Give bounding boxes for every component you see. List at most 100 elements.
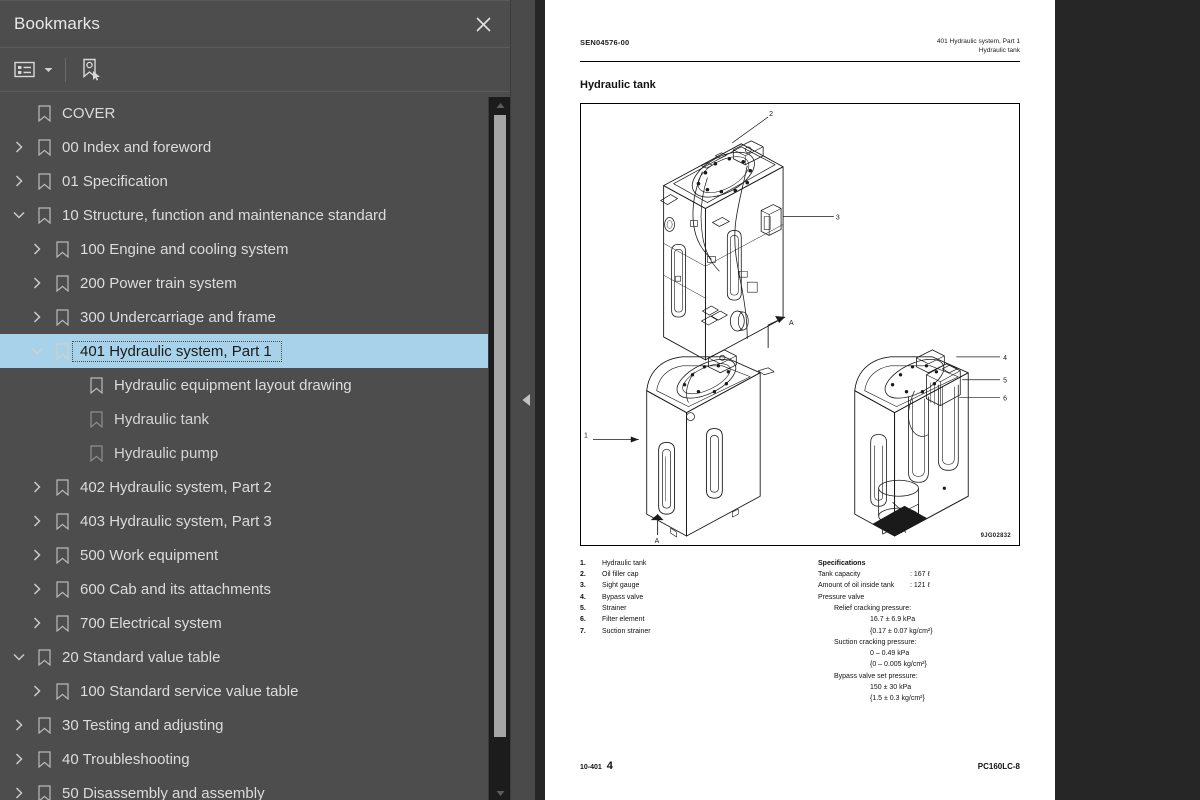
bookmark-item-label: 40 Troubleshooting	[62, 750, 190, 768]
chevron-right-icon[interactable]	[24, 549, 50, 561]
bookmark-icon	[50, 240, 74, 258]
bookmarks-scrollbar-thumb[interactable]	[494, 115, 506, 737]
bookmark-item[interactable]: 402 Hydraulic system, Part 2	[0, 470, 510, 504]
bookmarks-toolbar	[0, 47, 510, 92]
spec-bypass-kgcm: {1.5 ± 0.3 kg/cm²}	[870, 695, 925, 703]
bookmark-item[interactable]: 100 Standard service value table	[0, 674, 510, 708]
chevron-right-icon[interactable]	[6, 141, 32, 153]
chevron-right-icon[interactable]	[24, 515, 50, 527]
legend-row: 5. Strainer	[580, 603, 780, 614]
bookmark-item[interactable]: 50 Disassembly and assembly	[0, 776, 510, 800]
chevron-right-icon[interactable]	[24, 277, 50, 289]
chevron-down-icon[interactable]	[41, 67, 55, 73]
bookmark-item-label: 30 Testing and adjusting	[62, 716, 224, 734]
chevron-right-icon[interactable]	[6, 175, 32, 187]
svg-text:4: 4	[1003, 354, 1007, 361]
figure-legend: 1. Hydraulic tank 2. Oil filler cap 3. Sight …	[580, 558, 780, 705]
spec-oil-amount-key: Amount of oil inside tank	[818, 582, 895, 590]
bookmark-icon	[32, 206, 56, 224]
footer-left: 10-401 4	[580, 760, 613, 772]
bookmark-item[interactable]: 30 Testing and adjusting	[0, 708, 510, 742]
new-bookmark-icon[interactable]	[76, 55, 106, 85]
bookmark-item-label: 300 Undercarriage and frame	[80, 308, 276, 326]
bookmark-item[interactable]: 20 Standard value table	[0, 640, 510, 674]
bookmark-icon	[32, 716, 56, 734]
spec-relief-kpa: 16.7 ± 6.9 kPa	[870, 616, 916, 624]
legend-label: Hydraulic tank	[602, 559, 647, 567]
bookmark-item-label: 20 Standard value table	[62, 648, 221, 666]
triangle-left-icon[interactable]	[518, 385, 534, 415]
chevron-right-icon[interactable]	[24, 243, 50, 255]
chevron-right-icon[interactable]	[24, 583, 50, 595]
bookmark-icon	[50, 342, 74, 360]
legend-number: 1.	[580, 559, 586, 567]
bookmark-item-label: 100 Engine and cooling system	[80, 240, 289, 258]
bookmark-item[interactable]: 600 Cab and its attachments	[0, 572, 510, 606]
figure-box: 2 3 A 1 A 4 5 6 7 A – A 9JG02832	[580, 102, 1020, 546]
bookmark-item-label: 00 Index and foreword	[62, 138, 212, 156]
bookmark-item[interactable]: 40 Troubleshooting	[0, 742, 510, 776]
svg-text:A: A	[789, 320, 794, 327]
bookmark-item[interactable]: 00 Index and foreword	[0, 130, 510, 164]
bookmark-item-label: 10 Structure, function and maintenance s…	[62, 206, 387, 224]
bookmark-item-label: 403 Hydraulic system, Part 3	[80, 512, 272, 530]
bookmark-item[interactable]: 200 Power train system	[0, 266, 510, 300]
bookmark-item-label: COVER	[62, 104, 116, 122]
bookmark-item[interactable]: 700 Electrical system	[0, 606, 510, 640]
close-icon[interactable]	[470, 11, 496, 37]
chevron-down-icon[interactable]	[6, 653, 32, 661]
bookmark-item-label: 500 Work equipment	[80, 546, 219, 564]
bookmark-item[interactable]: 300 Undercarriage and frame	[0, 300, 510, 334]
page-title: Hydraulic tank	[580, 78, 656, 91]
chevron-right-icon[interactable]	[6, 787, 32, 799]
bookmark-item-label: 100 Standard service value table	[80, 682, 299, 700]
bookmark-icon	[32, 138, 56, 156]
svg-text:5: 5	[1003, 377, 1007, 384]
scroll-down-arrow-icon[interactable]	[489, 785, 511, 800]
bookmark-icon	[50, 614, 74, 632]
bookmark-item[interactable]: 401 Hydraulic system, Part 1	[0, 334, 510, 368]
page-footer: 10-401 4 PC160LC-8	[580, 760, 1020, 772]
bookmark-item[interactable]: Hydraulic tank	[0, 402, 510, 436]
chevron-right-icon[interactable]	[24, 617, 50, 629]
bookmark-icon	[32, 784, 56, 800]
bookmark-item-label: Hydraulic equipment layout drawing	[114, 376, 352, 394]
bookmarks-scrollbar[interactable]	[488, 97, 510, 800]
bookmark-item[interactable]: Hydraulic equipment layout drawing	[0, 368, 510, 402]
bookmark-item[interactable]: 100 Engine and cooling system	[0, 232, 510, 266]
chevron-right-icon[interactable]	[6, 719, 32, 731]
legend-row: 3. Sight gauge	[580, 580, 780, 591]
footer-section-id: 10-401	[580, 764, 602, 771]
chevron-right-icon[interactable]	[24, 311, 50, 323]
document-number: SEN04576-00	[580, 38, 630, 47]
bookmark-icon	[50, 580, 74, 598]
bookmark-item[interactable]: COVER	[0, 96, 510, 130]
scroll-up-arrow-icon[interactable]	[489, 97, 511, 113]
bookmark-item[interactable]: 403 Hydraulic system, Part 3	[0, 504, 510, 538]
spec-suction-label: Suction cracking pressure:	[834, 638, 917, 646]
bookmark-item[interactable]: 01 Specification	[0, 164, 510, 198]
bookmarks-tree[interactable]: COVER 00 Index and foreword 01 Specificati…	[0, 92, 510, 800]
svg-text:7: 7	[907, 521, 911, 528]
header-section: 401 Hydraulic system, Part 1	[936, 38, 1020, 45]
chevron-right-icon[interactable]	[24, 685, 50, 697]
bookmarks-panel-title: Bookmarks	[14, 14, 100, 33]
legend-number: 7.	[580, 627, 586, 635]
legend-label: Filter element	[602, 616, 645, 624]
chevron-down-icon[interactable]	[6, 211, 32, 219]
chevron-right-icon[interactable]	[6, 753, 32, 765]
bookmark-item[interactable]: Hydraulic pump	[0, 436, 510, 470]
spec-tank-capacity-value: : 167 ℓ	[910, 570, 930, 578]
bookmark-item[interactable]: 500 Work equipment	[0, 538, 510, 572]
header-subsection: Hydraulic tank	[978, 46, 1020, 54]
svg-text:6: 6	[1003, 395, 1007, 402]
chevron-right-icon[interactable]	[24, 481, 50, 493]
document-viewer: SEN04576-00 401 Hydraulic system, Part 1…	[522, 0, 1200, 800]
bookmark-item-label: 01 Specification	[62, 172, 168, 190]
legend-number: 4.	[580, 593, 586, 601]
chevron-down-icon[interactable]	[24, 347, 50, 355]
bookmark-item[interactable]: 10 Structure, function and maintenance s…	[0, 198, 510, 232]
list-options-icon[interactable]	[10, 55, 39, 85]
footer-model: PC160LC-8	[977, 762, 1020, 771]
svg-text:A – A: A – A	[889, 526, 906, 535]
